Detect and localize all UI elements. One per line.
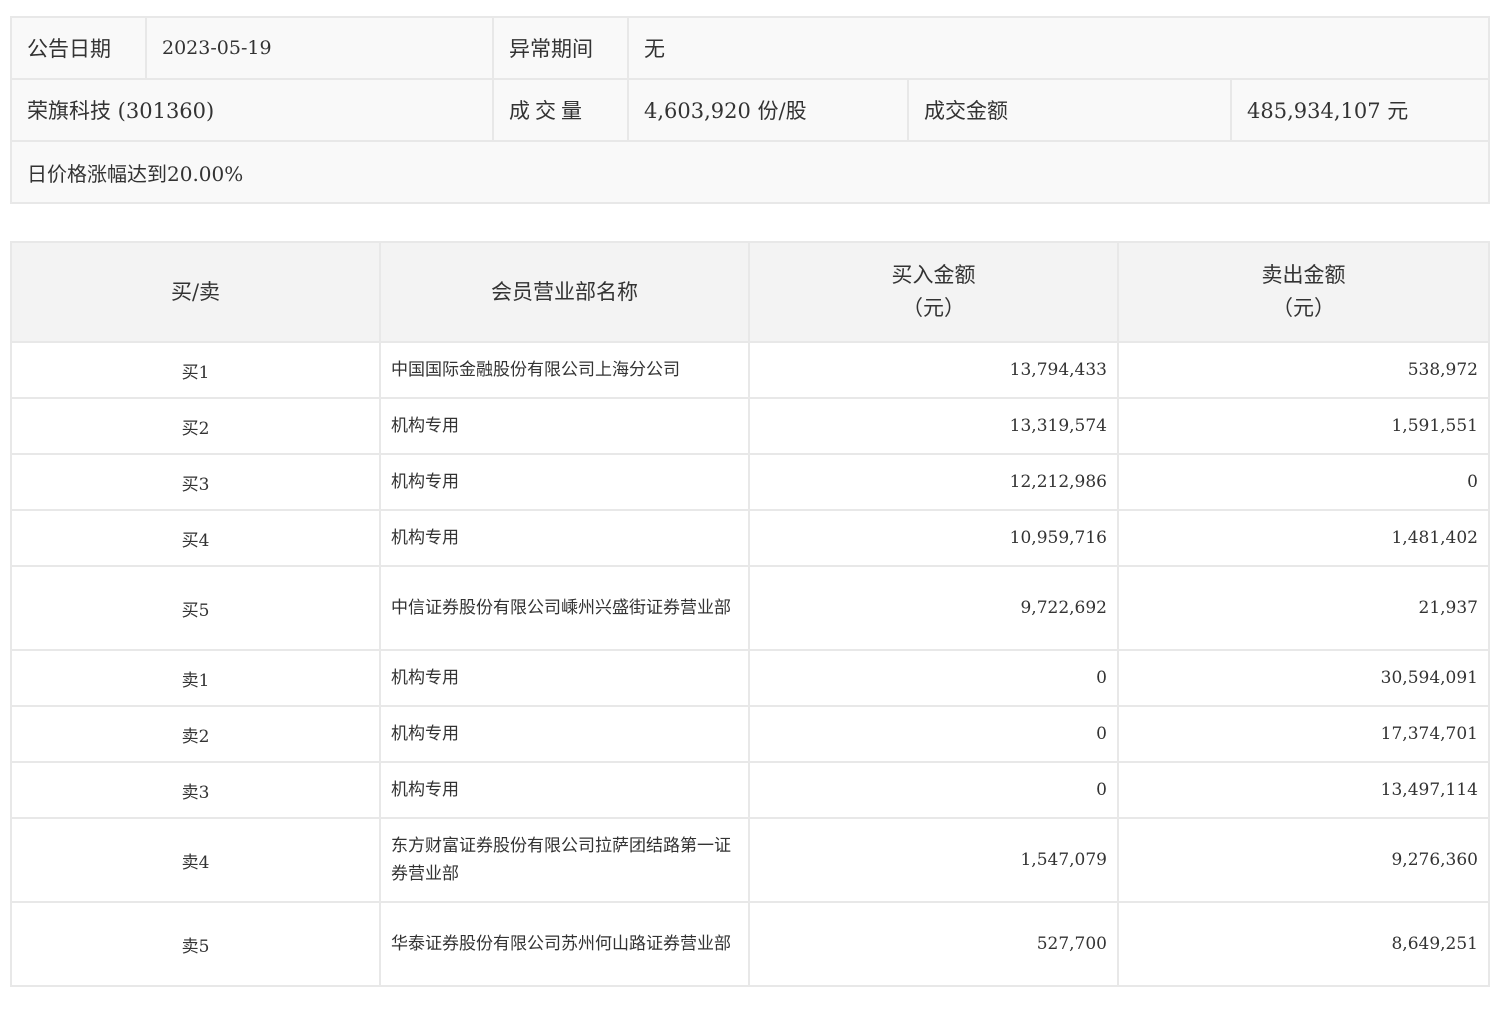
table-header-row: 买/卖 会员营业部名称 买入金额 （元） 卖出金额 （元） xyxy=(10,241,1490,343)
row-broker-name: 中国国际金融股份有限公司上海分公司 xyxy=(379,341,750,399)
row-buy-amount: 9,722,692 xyxy=(748,565,1119,651)
header-buy-title: 买入金额 xyxy=(891,263,976,287)
row-buy-amount: 1,547,079 xyxy=(748,817,1119,903)
stock-name-code: 荣旗科技 (301360) xyxy=(10,78,494,142)
abnormal-period-value: 无 xyxy=(626,16,1491,80)
row-broker-name: 机构专用 xyxy=(379,761,750,819)
abnormal-period-label: 异常期间 xyxy=(492,16,629,80)
row-broker-name: 机构专用 xyxy=(379,705,750,763)
header-sell-amount: 卖出金额 （元） xyxy=(1117,241,1490,343)
row-sell-amount: 1,481,402 xyxy=(1117,509,1490,567)
row-buy-amount: 13,794,433 xyxy=(748,341,1119,399)
row-side: 卖2 xyxy=(10,705,381,763)
announcement-date-value: 2023-05-19 xyxy=(145,16,494,80)
row-side: 卖5 xyxy=(10,901,381,987)
row-broker-name: 中信证券股份有限公司嵊州兴盛街证券营业部 xyxy=(379,565,750,651)
row-broker-name: 机构专用 xyxy=(379,649,750,707)
row-broker-name: 机构专用 xyxy=(379,397,750,455)
row-broker-name: 机构专用 xyxy=(379,453,750,511)
row-sell-amount: 30,594,091 xyxy=(1117,649,1490,707)
row-buy-amount: 10,959,716 xyxy=(748,509,1119,567)
header-sell-title: 卖出金额 xyxy=(1261,263,1346,287)
row-buy-amount: 0 xyxy=(748,649,1119,707)
row-buy-amount: 0 xyxy=(748,705,1119,763)
info-row-reason: 日价格涨幅达到20.00% xyxy=(9,140,1491,204)
row-side: 卖4 xyxy=(10,817,381,903)
header-buy-amount: 买入金额 （元） xyxy=(748,241,1119,343)
turnover-amount-value: 485,934,107 元 xyxy=(1229,78,1491,142)
header-side: 买/卖 xyxy=(10,241,381,343)
row-side: 卖3 xyxy=(10,761,381,819)
info-row-date: 公告日期 2023-05-19 异常期间 无 xyxy=(10,16,1491,80)
header-broker-name: 会员营业部名称 xyxy=(379,241,750,343)
row-side: 买4 xyxy=(10,509,381,567)
table-row: 卖3 机构专用 0 13,497,114 xyxy=(10,761,1490,819)
row-buy-amount: 527,700 xyxy=(748,901,1119,987)
row-sell-amount: 17,374,701 xyxy=(1117,705,1490,763)
row-broker-name: 机构专用 xyxy=(379,509,750,567)
row-sell-amount: 13,497,114 xyxy=(1117,761,1490,819)
row-sell-amount: 538,972 xyxy=(1117,341,1490,399)
table-row: 卖5 华泰证券股份有限公司苏州何山路证券营业部 527,700 8,649,25… xyxy=(10,901,1490,987)
info-row-volume: 荣旗科技 (301360) 成交量 4,603,920 份/股 成交金额 485… xyxy=(10,78,1491,142)
row-buy-amount: 12,212,986 xyxy=(748,453,1119,511)
row-sell-amount: 8,649,251 xyxy=(1117,901,1490,987)
row-broker-name: 华泰证券股份有限公司苏州何山路证券营业部 xyxy=(379,901,750,987)
row-side: 买5 xyxy=(10,565,381,651)
announcement-date-label: 公告日期 xyxy=(10,16,147,80)
row-sell-amount: 21,937 xyxy=(1117,565,1490,651)
table-row: 买3 机构专用 12,212,986 0 xyxy=(10,453,1490,511)
listing-reason: 日价格涨幅达到20.00% xyxy=(9,140,1491,204)
row-side: 买2 xyxy=(10,397,381,455)
header-buy-unit: （元） xyxy=(902,296,965,320)
stock-info-table: 公告日期 2023-05-19 异常期间 无 荣旗科技 (301360) 成交量… xyxy=(9,16,1491,204)
row-sell-amount: 0 xyxy=(1117,453,1490,511)
row-side: 卖1 xyxy=(10,649,381,707)
table-row: 卖1 机构专用 0 30,594,091 xyxy=(10,649,1490,707)
table-row: 买2 机构专用 13,319,574 1,591,551 xyxy=(10,397,1490,455)
broker-trading-table: 买/卖 会员营业部名称 买入金额 （元） 卖出金额 （元） 买1 中国国际金融股… xyxy=(10,241,1490,987)
turnover-amount-label: 成交金额 xyxy=(907,78,1232,142)
row-sell-amount: 1,591,551 xyxy=(1117,397,1490,455)
table-row: 卖4 东方财富证券股份有限公司拉萨团结路第一证券营业部 1,547,079 9,… xyxy=(10,817,1490,903)
row-side: 买3 xyxy=(10,453,381,511)
row-sell-amount: 9,276,360 xyxy=(1117,817,1490,903)
row-buy-amount: 0 xyxy=(748,761,1119,819)
header-sell-unit: （元） xyxy=(1272,296,1335,320)
volume-value: 4,603,920 份/股 xyxy=(627,78,909,142)
row-broker-name: 东方财富证券股份有限公司拉萨团结路第一证券营业部 xyxy=(379,817,750,903)
row-buy-amount: 13,319,574 xyxy=(748,397,1119,455)
volume-label: 成交量 xyxy=(492,78,629,142)
table-row: 卖2 机构专用 0 17,374,701 xyxy=(10,705,1490,763)
table-row: 买1 中国国际金融股份有限公司上海分公司 13,794,433 538,972 xyxy=(10,341,1490,399)
row-side: 买1 xyxy=(10,341,381,399)
table-row: 买5 中信证券股份有限公司嵊州兴盛街证券营业部 9,722,692 21,937 xyxy=(10,565,1490,651)
table-row: 买4 机构专用 10,959,716 1,481,402 xyxy=(10,509,1490,567)
